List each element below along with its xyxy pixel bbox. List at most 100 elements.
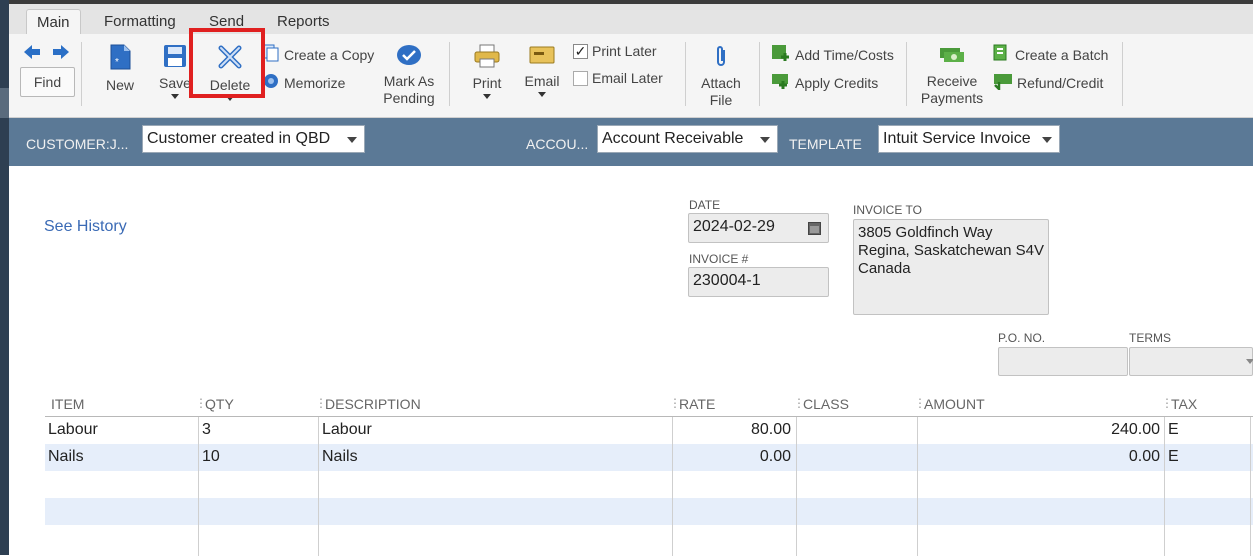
- mark-as-pending-button[interactable]: Mark As Pending: [379, 44, 439, 107]
- see-history-link[interactable]: See History: [44, 218, 127, 236]
- column-gridline: [198, 417, 199, 556]
- save-dropdown-caret[interactable]: [171, 94, 179, 99]
- po-number-label: P.O. NO.: [998, 331, 1046, 345]
- refund-credit-label: Refund/Credit: [1017, 74, 1104, 91]
- paperclip-icon: [699, 44, 743, 71]
- find-button[interactable]: Find: [20, 67, 75, 97]
- table-row[interactable]: Labour 3 Labour 80.00 240.00 E: [45, 417, 1253, 444]
- toolbar-separator: [1122, 42, 1123, 106]
- chevron-down-icon[interactable]: [1042, 137, 1052, 143]
- pending-check-icon: [379, 44, 439, 69]
- template-label: TEMPLATE: [789, 136, 862, 152]
- attach-label: Attach: [701, 75, 741, 91]
- column-header-qty[interactable]: QTY: [205, 396, 234, 412]
- back-arrow-icon[interactable]: [24, 45, 40, 62]
- email-later-label: Email Later: [592, 70, 663, 86]
- print-later-checkbox[interactable]: ✓ Print Later: [573, 43, 657, 59]
- item-cell[interactable]: Labour: [48, 421, 98, 439]
- receive-payments-button[interactable]: Receive Payments: [917, 44, 987, 107]
- column-gridline: [796, 417, 797, 556]
- invoice-to-label: INVOICE TO: [853, 203, 922, 217]
- memorize-label: Memorize: [284, 74, 346, 91]
- invoice-number-label: INVOICE #: [689, 252, 749, 266]
- printer-icon: [471, 44, 503, 71]
- date-label: DATE: [689, 198, 721, 212]
- tab-reports[interactable]: Reports: [277, 9, 330, 35]
- column-header-item[interactable]: ITEM: [51, 396, 84, 412]
- rate-cell[interactable]: 80.00: [673, 421, 791, 439]
- apply-credits-button[interactable]: Apply Credits: [771, 72, 878, 93]
- tax-cell[interactable]: E: [1168, 421, 1179, 439]
- file-label: File: [709, 92, 733, 108]
- qty-cell[interactable]: 10: [202, 448, 220, 466]
- table-row[interactable]: Nails 10 Nails 0.00 0.00 E: [45, 444, 1253, 471]
- column-header-description[interactable]: DESCRIPTION: [325, 396, 421, 412]
- invoice-number-value: 230004-1: [693, 272, 761, 289]
- column-header-amount[interactable]: AMOUNT: [924, 396, 985, 412]
- amount-cell[interactable]: 0.00: [918, 448, 1160, 466]
- calendar-icon[interactable]: [808, 222, 821, 240]
- column-gridline: [1250, 417, 1251, 556]
- email-dropdown-caret[interactable]: [538, 92, 546, 97]
- print-later-check-icon[interactable]: ✓: [573, 43, 588, 59]
- account-value: Account Receivable: [602, 130, 744, 147]
- memorize-button[interactable]: Memorize: [262, 72, 345, 93]
- svg-text:*: *: [115, 57, 119, 68]
- print-button[interactable]: Print: [471, 44, 503, 99]
- invoice-number-field[interactable]: 230004-1: [688, 267, 829, 297]
- qty-cell[interactable]: 3: [202, 421, 211, 439]
- amount-cell[interactable]: 240.00: [918, 421, 1160, 439]
- invoice-to-address[interactable]: 3805 Goldfinch Way Regina, Saskatchewan …: [853, 219, 1049, 315]
- tax-cell[interactable]: E: [1168, 448, 1179, 466]
- customer-dropdown[interactable]: Customer created in QBD: [142, 125, 365, 153]
- table-row[interactable]: [45, 498, 1253, 525]
- email-button[interactable]: Email: [524, 44, 560, 97]
- email-later-check-box[interactable]: [573, 70, 588, 86]
- customer-label: CUSTOMER:J...: [26, 136, 129, 152]
- refund-credit-button[interactable]: Refund/Credit: [993, 72, 1103, 93]
- table-row[interactable]: [45, 471, 1253, 498]
- create-batch-button[interactable]: Create a Batch: [993, 44, 1108, 65]
- add-time-costs-button[interactable]: Add Time/Costs: [771, 44, 894, 65]
- create-copy-button[interactable]: Create a Copy: [262, 44, 374, 65]
- left-edge-bar: [0, 0, 9, 555]
- description-cell[interactable]: Labour: [322, 421, 372, 439]
- batch-icon: [993, 44, 1011, 65]
- date-value: 2024-02-29: [693, 218, 775, 235]
- column-gridline: [672, 417, 673, 556]
- date-field[interactable]: 2024-02-29: [688, 213, 829, 243]
- address-line: 3805 Goldfinch Way: [858, 224, 993, 241]
- item-cell[interactable]: Nails: [48, 448, 84, 466]
- add-time-costs-label: Add Time/Costs: [795, 46, 894, 63]
- attach-file-button[interactable]: Attach File: [699, 44, 743, 109]
- chevron-down-icon[interactable]: [1246, 359, 1253, 364]
- new-button[interactable]: * New: [104, 44, 136, 93]
- add-time-costs-icon: [771, 44, 791, 65]
- column-header-class[interactable]: CLASS: [803, 396, 849, 412]
- description-cell[interactable]: Nails: [322, 448, 358, 466]
- email-later-checkbox[interactable]: Email Later: [573, 70, 663, 86]
- tab-formatting[interactable]: Formatting: [104, 9, 176, 35]
- apply-credits-label: Apply Credits: [795, 74, 879, 91]
- delete-highlight-box: [189, 28, 265, 98]
- tab-main[interactable]: Main: [26, 9, 81, 35]
- chevron-down-icon[interactable]: [760, 137, 770, 143]
- terms-label: TERMS: [1129, 331, 1171, 345]
- create-batch-label: Create a Batch: [1015, 46, 1109, 63]
- po-number-field[interactable]: [998, 347, 1128, 376]
- column-gridline: [1164, 417, 1165, 556]
- table-row[interactable]: [45, 525, 1253, 552]
- customer-bar: CUSTOMER:J... Customer created in QBD AC…: [9, 118, 1253, 166]
- template-value: Intuit Service Invoice: [883, 130, 1031, 147]
- chevron-down-icon[interactable]: [347, 137, 357, 143]
- rate-cell[interactable]: 0.00: [673, 448, 791, 466]
- print-dropdown-caret[interactable]: [483, 94, 491, 99]
- column-header-rate[interactable]: RATE: [679, 396, 715, 412]
- address-line: Regina, Saskatchewan S4V: [858, 242, 1044, 259]
- account-dropdown[interactable]: Account Receivable: [597, 125, 778, 153]
- template-dropdown[interactable]: Intuit Service Invoice: [878, 125, 1060, 153]
- toolbar-separator: [906, 42, 907, 106]
- forward-arrow-icon[interactable]: [53, 45, 69, 62]
- column-header-tax[interactable]: TAX: [1171, 396, 1197, 412]
- terms-dropdown[interactable]: [1129, 347, 1253, 376]
